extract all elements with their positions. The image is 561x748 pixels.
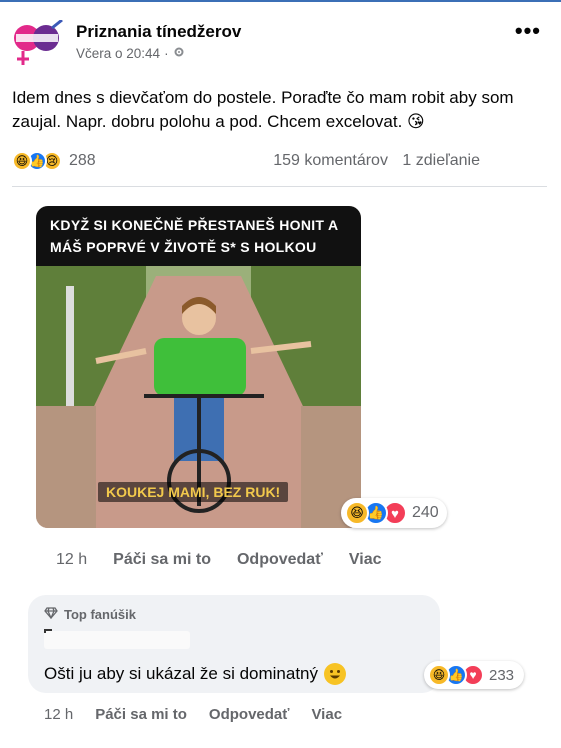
post-reaction-icons[interactable]: 😆 👍 😢 <box>12 151 62 171</box>
post-meta: Včera o 20:44 · <box>76 46 185 61</box>
comment-reactions[interactable]: 😆 👍 ♥ 240 <box>341 498 447 528</box>
top-fan-badge: Top fanúšik <box>44 607 136 622</box>
post-reaction-count[interactable]: 288 <box>69 152 96 170</box>
gear-icon <box>173 46 185 61</box>
reply-more-button[interactable]: Viac <box>311 706 342 723</box>
post-text: Idem dnes s dievčaťom do postele. Poraďt… <box>12 88 514 131</box>
reply-reply-button[interactable]: Odpovedať <box>209 706 290 723</box>
top-border <box>0 0 561 2</box>
meta-separator: · <box>164 46 169 61</box>
reply-text: Ošti ju aby si ukázal že si dominatný <box>44 664 319 683</box>
ellipsis-icon[interactable]: ••• <box>515 20 541 42</box>
comment-reaction-count: 240 <box>412 504 439 521</box>
meme-bottom-caption: Koukej mami, bez ruk! <box>98 482 289 502</box>
comment-meme-image[interactable]: Když si konečně přestaneš honit a máš po… <box>36 206 361 528</box>
haha-reaction-icon: 😆 <box>428 664 450 686</box>
top-fan-label: Top fanúšik <box>64 607 136 622</box>
redaction-mark <box>44 629 52 633</box>
haha-reaction-icon: 😆 <box>345 501 369 525</box>
haha-reaction-icon: 😆 <box>12 151 32 171</box>
reply-reaction-count: 233 <box>489 666 515 684</box>
shares-count-link[interactable]: 1 zdieľanie <box>402 152 480 169</box>
grinning-emoji-icon <box>324 663 347 685</box>
comment-more-button[interactable]: Viac <box>349 551 382 569</box>
page-name[interactable]: Priznania tínedžerov <box>76 22 241 42</box>
post-header: Priznania tínedžerov Včera o 20:44 · ••• <box>10 14 551 65</box>
reply-actions: 12 h Páči sa mi to Odpovedať Viac <box>44 706 342 723</box>
diamond-icon <box>44 607 58 622</box>
reply-time[interactable]: 12 h <box>44 706 73 723</box>
reply-bubble: Top fanúšik Ošti ju aby si ukázal že si … <box>28 595 440 693</box>
comments-count-link[interactable]: 159 komentárov <box>273 152 388 169</box>
reply-like-button[interactable]: Páči sa mi to <box>95 706 187 723</box>
redacted-author-name <box>44 631 190 649</box>
divider <box>12 186 547 187</box>
meme-top-caption: Když si konečně přestaneš honit a máš po… <box>36 206 361 266</box>
comment-reply-button[interactable]: Odpovedať <box>237 551 323 569</box>
comments-shares: 159 komentárov 1 zdieľanie <box>263 152 480 170</box>
comment-like-button[interactable]: Páči sa mi to <box>113 551 211 569</box>
reply-text-row: Ošti ju aby si ukázal že si dominatný <box>44 663 347 685</box>
comment-actions: 12 h Páči sa mi to Odpovedať Viac <box>56 551 382 569</box>
post-reactions-row: 😆 👍 😢 288 159 komentárov 1 zdieľanie <box>12 148 542 174</box>
post-timestamp[interactable]: Včera o 20:44 <box>76 46 160 61</box>
reply-reactions[interactable]: 😆 👍 ♥ 233 <box>424 661 525 689</box>
comment-time[interactable]: 12 h <box>56 551 87 569</box>
page-avatar[interactable] <box>10 18 68 70</box>
